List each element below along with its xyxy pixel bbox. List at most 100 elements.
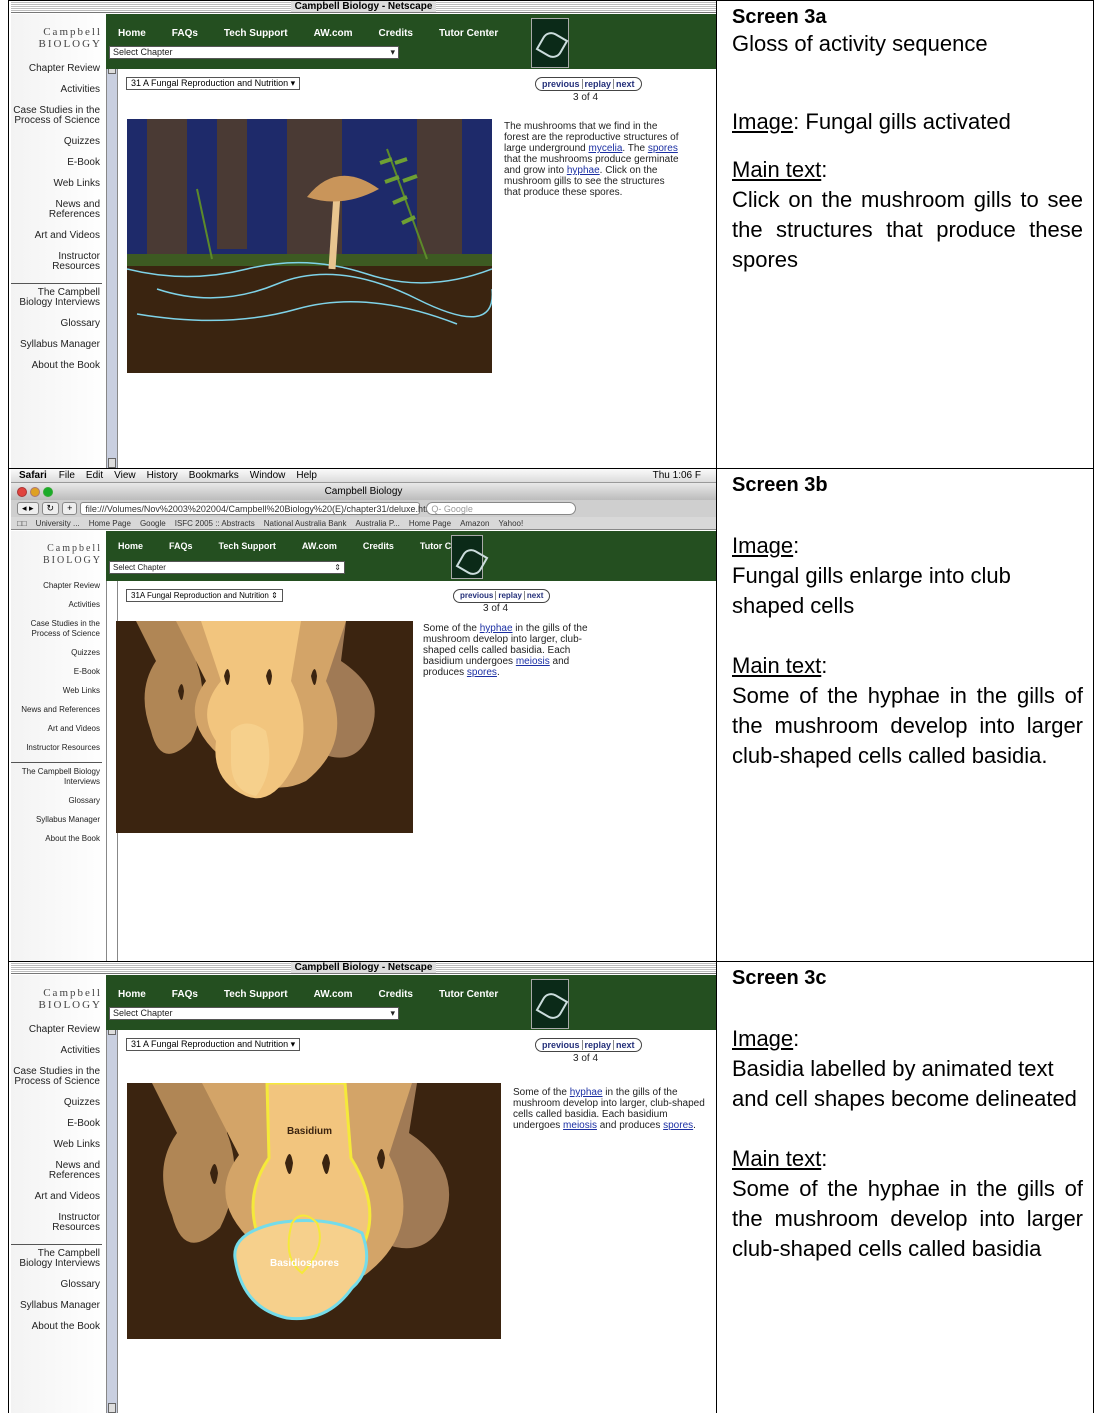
sidebar-item[interactable]: Case Studies in the Process of Science <box>11 619 106 639</box>
pager-replay-button[interactable]: replay <box>496 591 525 600</box>
sidebar-item[interactable]: News and References <box>11 200 106 220</box>
nav-link[interactable]: FAQs <box>172 989 198 1000</box>
sidebar-item[interactable]: Glossary <box>11 1280 106 1290</box>
pager-previous-button[interactable]: previous <box>458 591 497 600</box>
bookmark-item[interactable]: National Australia Bank <box>264 519 347 528</box>
sidebar-item[interactable]: Art and Videos <box>11 231 106 241</box>
glossary-link[interactable]: spores <box>648 143 678 154</box>
reload-icon[interactable]: ↻ <box>41 502 60 516</box>
glossary-link[interactable]: hyphae <box>480 623 513 634</box>
url-field[interactable]: file:///Volumes/Nov%2003%202004/Campbell… <box>80 502 435 516</box>
menu-item[interactable]: History <box>147 470 178 481</box>
scrollbar[interactable] <box>106 1025 118 1413</box>
sidebar-item[interactable]: Web Links <box>11 1140 106 1150</box>
bookmark-item[interactable]: ISFC 2005 :: Abstracts <box>175 519 255 528</box>
glossary-link[interactable]: spores <box>663 1120 693 1131</box>
glossary-link[interactable]: mycelia <box>589 143 623 154</box>
select-chapter-dropdown[interactable]: Select Chapter ▾ <box>109 1007 399 1020</box>
chapter-dropdown[interactable]: 31 A Fungal Reproduction and Nutrition ▾ <box>126 1038 301 1051</box>
sidebar-item[interactable]: Web Links <box>11 179 106 189</box>
sidebar-item[interactable]: Chapter Review <box>11 1025 106 1035</box>
chapter-dropdown[interactable]: 31A Fungal Reproduction and Nutrition ⇕ <box>126 589 283 602</box>
glossary-link[interactable]: hyphae <box>567 165 600 176</box>
sidebar-item[interactable]: The Campbell Biology Interviews <box>11 1249 106 1269</box>
add-bookmark-icon[interactable]: + <box>62 502 78 516</box>
nav-link[interactable]: Home <box>118 28 146 39</box>
nav-link[interactable]: Tech Support <box>224 989 288 1000</box>
menu-item[interactable]: View <box>114 470 136 481</box>
bookmark-item[interactable]: Amazon <box>460 519 489 528</box>
glossary-link[interactable]: meiosis <box>516 656 550 667</box>
search-field[interactable]: Q- Google <box>426 502 577 516</box>
sidebar-item[interactable]: News and References <box>11 1161 106 1181</box>
glossary-link[interactable]: spores <box>467 667 497 678</box>
select-chapter-dropdown[interactable]: Select Chapter ⇕ <box>109 561 345 574</box>
sidebar-item[interactable]: Glossary <box>11 319 106 329</box>
sidebar-item[interactable]: The Campbell Biology Interviews <box>11 767 106 787</box>
sidebar-item[interactable]: E-Book <box>11 1119 106 1129</box>
bookmark-item[interactable]: Google <box>140 519 166 528</box>
pager-next-button[interactable]: next <box>614 79 637 89</box>
nav-link[interactable]: AW.com <box>314 989 353 1000</box>
nav-link[interactable]: Credits <box>363 541 394 551</box>
sidebar-item[interactable]: Activities <box>11 1046 106 1056</box>
sidebar-item[interactable]: Quizzes <box>11 137 106 147</box>
menu-item[interactable]: Window <box>250 470 286 481</box>
bookmark-item[interactable]: Home Page <box>409 519 451 528</box>
mushroom-forest-animation[interactable] <box>127 119 492 373</box>
sidebar-item[interactable]: Case Studies in the Process of Science <box>11 1067 106 1087</box>
sidebar-item[interactable]: About the Book <box>11 834 106 844</box>
pager-replay-button[interactable]: replay <box>582 79 615 89</box>
menu-item[interactable]: Edit <box>86 470 103 481</box>
nav-link[interactable]: AW.com <box>302 541 337 551</box>
glossary-link[interactable]: hyphae <box>570 1087 603 1098</box>
sidebar-item[interactable]: News and References <box>11 705 106 715</box>
sidebar-item[interactable]: About the Book <box>11 361 106 371</box>
sidebar-item[interactable]: Activities <box>11 600 106 610</box>
back-forward-icon[interactable]: ◂ ▸ <box>17 502 39 516</box>
sidebar-item[interactable]: Web Links <box>11 686 106 696</box>
menu-item[interactable]: Bookmarks <box>189 470 239 481</box>
nav-link[interactable]: Tech Support <box>219 541 276 551</box>
sidebar-item[interactable]: E-Book <box>11 158 106 168</box>
nav-link[interactable]: Tutor Center <box>439 989 498 1000</box>
chapter-dropdown[interactable]: 31 A Fungal Reproduction and Nutrition ▾ <box>126 77 301 90</box>
nav-link[interactable]: Tutor Center <box>439 28 498 39</box>
nav-link[interactable]: Credits <box>379 28 413 39</box>
nav-link[interactable]: Tech Support <box>224 28 288 39</box>
sidebar-item[interactable]: Quizzes <box>11 648 106 658</box>
glossary-link[interactable]: meiosis <box>563 1120 597 1131</box>
pager-replay-button[interactable]: replay <box>582 1040 615 1050</box>
nav-link[interactable]: FAQs <box>172 28 198 39</box>
sidebar-item[interactable]: Chapter Review <box>11 64 106 74</box>
sidebar-item[interactable]: Glossary <box>11 796 106 806</box>
menu-item[interactable]: Help <box>296 470 317 481</box>
sidebar-item[interactable]: Quizzes <box>11 1098 106 1108</box>
bookmarks-icon[interactable]: □□ <box>17 519 27 528</box>
menu-item[interactable]: File <box>59 470 75 481</box>
bookmark-item[interactable]: Australia P... <box>356 519 400 528</box>
sidebar-item[interactable]: Art and Videos <box>11 1192 106 1202</box>
bookmark-item[interactable]: Home Page <box>89 519 131 528</box>
select-chapter-dropdown[interactable]: Select Chapter ▾ <box>109 46 399 59</box>
sidebar-item[interactable]: Syllabus Manager <box>11 1301 106 1311</box>
pager-next-button[interactable]: next <box>525 591 545 600</box>
pager-previous-button[interactable]: previous <box>540 1040 583 1050</box>
nav-link[interactable]: AW.com <box>314 28 353 39</box>
pager-next-button[interactable]: next <box>614 1040 637 1050</box>
nav-link[interactable]: FAQs <box>169 541 193 551</box>
nav-link[interactable]: Credits <box>379 989 413 1000</box>
sidebar-item[interactable]: Chapter Review <box>11 581 106 591</box>
pager-previous-button[interactable]: previous <box>540 79 583 89</box>
sidebar-item[interactable]: Syllabus Manager <box>11 815 106 825</box>
nav-link[interactable]: Home <box>118 989 146 1000</box>
sidebar-item[interactable]: About the Book <box>11 1322 106 1332</box>
sidebar-item[interactable]: Case Studies in the Process of Science <box>11 106 106 126</box>
sidebar-item[interactable]: Instructor Resources <box>11 252 106 272</box>
sidebar-item[interactable]: Art and Videos <box>11 724 106 734</box>
sidebar-item[interactable]: Instructor Resources <box>11 743 106 753</box>
bookmark-item[interactable]: Yahoo! <box>498 519 523 528</box>
sidebar-item[interactable]: The Campbell Biology Interviews <box>11 288 106 308</box>
scrollbar[interactable] <box>106 64 118 468</box>
sidebar-item[interactable]: Activities <box>11 85 106 95</box>
